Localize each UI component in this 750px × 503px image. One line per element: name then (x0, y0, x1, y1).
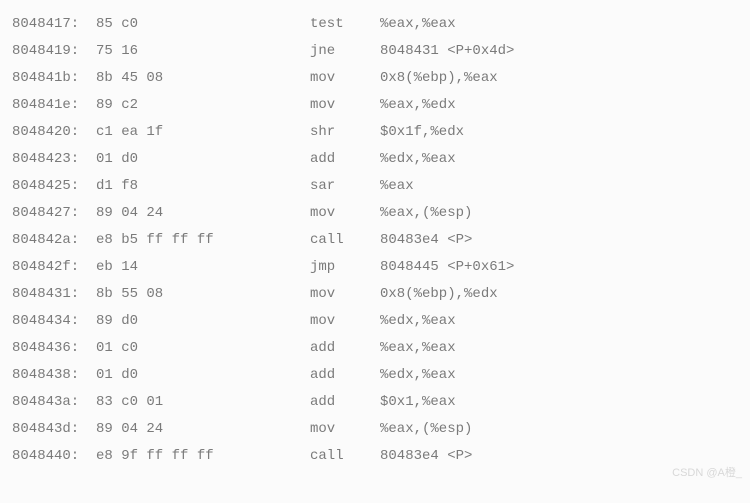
disasm-row: 804842a:e8 b5 ff ff ffcall80483e4 <P> (12, 226, 738, 253)
address: 804843a: (12, 395, 96, 409)
hex-bytes: c1 ea 1f (96, 125, 310, 139)
hex-bytes: 01 d0 (96, 368, 310, 382)
mnemonic: add (310, 368, 380, 382)
operands: 8048431 <P+0x4d> (380, 44, 514, 58)
mnemonic: mov (310, 422, 380, 436)
mnemonic: mov (310, 206, 380, 220)
disasm-row: 804841b:8b 45 08mov0x8(%ebp),%eax (12, 64, 738, 91)
operands: %eax,%eax (380, 17, 456, 31)
disasm-row: 8048425:d1 f8sar%eax (12, 172, 738, 199)
hex-bytes: 75 16 (96, 44, 310, 58)
operands: 0x8(%ebp),%edx (380, 287, 498, 301)
mnemonic: jmp (310, 260, 380, 274)
operands: %eax (380, 179, 414, 193)
disasm-row: 8048440:e8 9f ff ff ffcall80483e4 <P> (12, 442, 738, 469)
operands: %edx,%eax (380, 368, 456, 382)
mnemonic: add (310, 152, 380, 166)
disasm-row: 8048423:01 d0add%edx,%eax (12, 145, 738, 172)
hex-bytes: 89 c2 (96, 98, 310, 112)
disasm-row: 8048436:01 c0add%eax,%eax (12, 334, 738, 361)
disasm-row: 804843d:89 04 24mov%eax,(%esp) (12, 415, 738, 442)
address: 804841e: (12, 98, 96, 112)
hex-bytes: e8 9f ff ff ff (96, 449, 310, 463)
operands: 0x8(%ebp),%eax (380, 71, 498, 85)
address: 8048431: (12, 287, 96, 301)
hex-bytes: d1 f8 (96, 179, 310, 193)
hex-bytes: 89 d0 (96, 314, 310, 328)
hex-bytes: 85 c0 (96, 17, 310, 31)
operands: %eax,(%esp) (380, 206, 472, 220)
operands: $0x1f,%edx (380, 125, 464, 139)
disassembly-listing: 8048417:85 c0test%eax,%eax8048419:75 16j… (12, 10, 738, 469)
disasm-row: 8048438:01 d0add%edx,%eax (12, 361, 738, 388)
mnemonic: mov (310, 314, 380, 328)
operands: 80483e4 <P> (380, 449, 472, 463)
hex-bytes: 01 d0 (96, 152, 310, 166)
disasm-row: 8048431:8b 55 08mov0x8(%ebp),%edx (12, 280, 738, 307)
mnemonic: add (310, 395, 380, 409)
disasm-row: 804841e:89 c2mov%eax,%edx (12, 91, 738, 118)
disasm-row: 8048434:89 d0mov%edx,%eax (12, 307, 738, 334)
hex-bytes: 89 04 24 (96, 206, 310, 220)
hex-bytes: e8 b5 ff ff ff (96, 233, 310, 247)
disasm-row: 8048417:85 c0test%eax,%eax (12, 10, 738, 37)
address: 8048417: (12, 17, 96, 31)
mnemonic: sar (310, 179, 380, 193)
mnemonic: mov (310, 71, 380, 85)
operands: %eax,%edx (380, 98, 456, 112)
disasm-row: 804843a:83 c0 01add$0x1,%eax (12, 388, 738, 415)
operands: %eax,%eax (380, 341, 456, 355)
mnemonic: call (310, 449, 380, 463)
hex-bytes: 89 04 24 (96, 422, 310, 436)
hex-bytes: 8b 55 08 (96, 287, 310, 301)
operands: 8048445 <P+0x61> (380, 260, 514, 274)
mnemonic: mov (310, 287, 380, 301)
operands: $0x1,%eax (380, 395, 456, 409)
watermark-text: CSDN @A橙_ (672, 468, 742, 479)
disasm-row: 8048420:c1 ea 1fshr$0x1f,%edx (12, 118, 738, 145)
mnemonic: shr (310, 125, 380, 139)
address: 8048427: (12, 206, 96, 220)
operands: %edx,%eax (380, 152, 456, 166)
address: 804841b: (12, 71, 96, 85)
operands: %eax,(%esp) (380, 422, 472, 436)
disasm-row: 804842f:eb 14jmp8048445 <P+0x61> (12, 253, 738, 280)
address: 8048420: (12, 125, 96, 139)
address: 8048438: (12, 368, 96, 382)
mnemonic: add (310, 341, 380, 355)
address: 8048425: (12, 179, 96, 193)
address: 8048436: (12, 341, 96, 355)
mnemonic: jne (310, 44, 380, 58)
disasm-row: 8048427:89 04 24mov%eax,(%esp) (12, 199, 738, 226)
hex-bytes: 01 c0 (96, 341, 310, 355)
mnemonic: test (310, 17, 380, 31)
mnemonic: call (310, 233, 380, 247)
hex-bytes: eb 14 (96, 260, 310, 274)
hex-bytes: 8b 45 08 (96, 71, 310, 85)
mnemonic: mov (310, 98, 380, 112)
address: 804842f: (12, 260, 96, 274)
disasm-row: 8048419:75 16jne8048431 <P+0x4d> (12, 37, 738, 64)
address: 804843d: (12, 422, 96, 436)
address: 8048423: (12, 152, 96, 166)
operands: 80483e4 <P> (380, 233, 472, 247)
address: 8048440: (12, 449, 96, 463)
hex-bytes: 83 c0 01 (96, 395, 310, 409)
address: 8048419: (12, 44, 96, 58)
operands: %edx,%eax (380, 314, 456, 328)
address: 804842a: (12, 233, 96, 247)
address: 8048434: (12, 314, 96, 328)
